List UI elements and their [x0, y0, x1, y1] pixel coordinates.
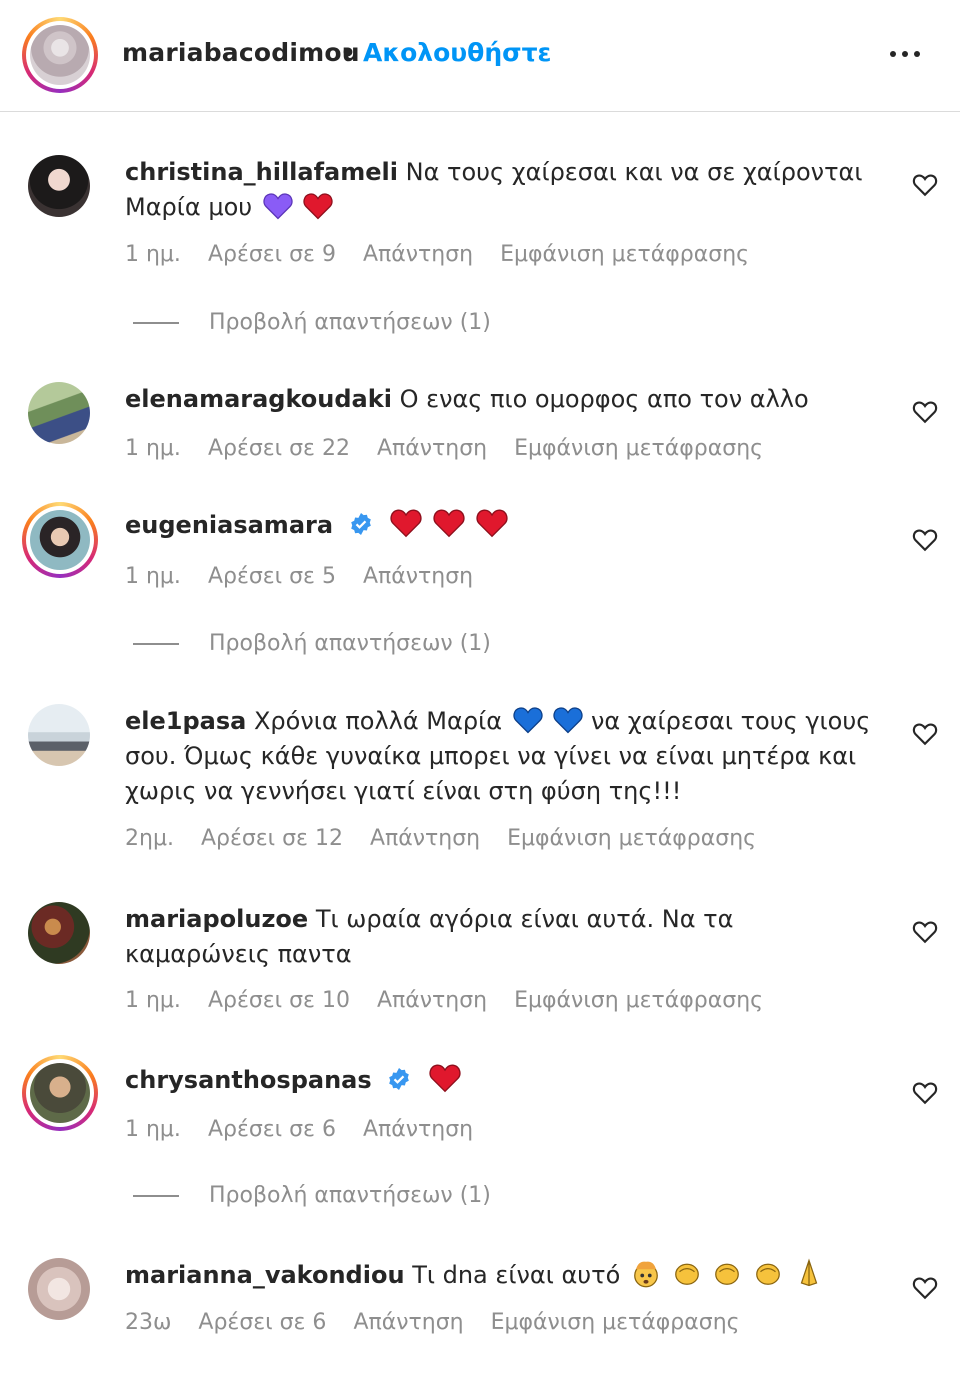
- comment-time: 2ημ.: [125, 826, 174, 851]
- story-ring[interactable]: [22, 1055, 98, 1131]
- comment-time: 23ω: [125, 1310, 172, 1335]
- comment-text: marianna_vakondiou Τι dna είναι αυτό: [125, 1258, 885, 1293]
- like-heart-icon[interactable]: [912, 1276, 938, 1300]
- separator-dot: •: [340, 38, 356, 67]
- view-replies-label[interactable]: Προβολή απαντήσεων (1): [209, 631, 491, 656]
- see-translation-button[interactable]: Εμφάνιση μετάφρασης: [507, 826, 756, 851]
- comment-username[interactable]: marianna_vakondiou: [125, 1261, 405, 1289]
- like-heart-icon[interactable]: [912, 1081, 938, 1105]
- verified-badge-icon: [389, 1068, 410, 1090]
- comment-time: 1 ημ.: [125, 1117, 181, 1142]
- comment-time: 1 ημ.: [125, 436, 181, 461]
- reply-button[interactable]: Απάντηση: [370, 826, 480, 851]
- red-heart-emoji: [433, 509, 465, 538]
- replies-divider: [133, 322, 179, 324]
- likes-count[interactable]: Αρέσει σε 10: [208, 988, 350, 1013]
- exploding-head-emoji: [634, 1261, 658, 1288]
- comment-text: mariapoluzoe Τι ωραία αγόρια είναι αυτά.…: [125, 902, 885, 972]
- avatar[interactable]: [28, 704, 90, 766]
- avatar[interactable]: [28, 155, 90, 217]
- comment-meta: 23ω Αρέσει σε 6 Απάντηση Εμφάνιση μετάφρ…: [125, 1310, 760, 1335]
- red-heart-emoji: [390, 509, 422, 538]
- avatar[interactable]: [28, 1258, 90, 1320]
- likes-count[interactable]: Αρέσει σε 9: [208, 242, 336, 267]
- comment-time: 1 ημ.: [125, 564, 181, 589]
- comment-username[interactable]: chrysanthospanas: [125, 1066, 372, 1094]
- comment-username[interactable]: mariapoluzoe: [125, 905, 308, 933]
- avatar[interactable]: [28, 902, 90, 964]
- comment-username[interactable]: eugeniasamara: [125, 511, 333, 539]
- clapping-hands-emoji: [674, 1263, 699, 1285]
- like-heart-icon[interactable]: [912, 722, 938, 746]
- comment-meta: 1 ημ. Αρέσει σε 5 Απάντηση: [125, 564, 493, 589]
- comment-text: ele1pasa Χρόνια πολλά Μαρία να χαίρεσαι …: [125, 704, 885, 809]
- clapping-hands-emoji: [755, 1263, 780, 1285]
- likes-count[interactable]: Αρέσει σε 12: [201, 826, 343, 851]
- comment-meta: 2ημ. Αρέσει σε 12 Απάντηση Εμφάνιση μετά…: [125, 826, 776, 851]
- post-author-username[interactable]: mariabacodimou: [122, 38, 360, 67]
- blue-heart-emoji: [513, 707, 543, 734]
- avatar[interactable]: [28, 382, 90, 444]
- comment-text: eugeniasamara: [125, 508, 885, 543]
- like-heart-icon[interactable]: [912, 920, 938, 944]
- reply-button[interactable]: Απάντηση: [353, 1310, 463, 1335]
- more-options-icon[interactable]: [890, 44, 930, 64]
- view-replies-button[interactable]: Προβολή απαντήσεων (1): [133, 310, 491, 335]
- likes-count[interactable]: Αρέσει σε 6: [208, 1117, 336, 1142]
- comment-time: 1 ημ.: [125, 242, 181, 267]
- comment-body: Ο ενας πιο ομορφος απο τον αλλο: [399, 385, 809, 413]
- comment-meta: 1 ημ. Αρέσει σε 22 Απάντηση Εμφάνιση μετ…: [125, 436, 783, 461]
- see-translation-button[interactable]: Εμφάνιση μετάφρασης: [500, 242, 749, 267]
- comment-time: 1 ημ.: [125, 988, 181, 1013]
- like-heart-icon[interactable]: [912, 400, 938, 424]
- see-translation-button[interactable]: Εμφάνιση μετάφρασης: [514, 988, 763, 1013]
- avatar[interactable]: [30, 510, 90, 570]
- red-heart-emoji: [476, 509, 508, 538]
- like-heart-icon[interactable]: [912, 173, 938, 197]
- comment-meta: 1 ημ. Αρέσει σε 9 Απάντηση Εμφάνιση μετά…: [125, 242, 769, 267]
- comment-username[interactable]: elenamaragkoudaki: [125, 385, 392, 413]
- follow-button[interactable]: Ακολουθήστε: [363, 38, 551, 67]
- reply-button[interactable]: Απάντηση: [363, 1117, 473, 1142]
- reply-button[interactable]: Απάντηση: [363, 242, 473, 267]
- comment-text: christina_hillafameli Να τους χαίρεσαι κ…: [125, 155, 885, 225]
- comment-body: Χρόνια πολλά Μαρία: [253, 707, 503, 735]
- likes-count[interactable]: Αρέσει σε 6: [198, 1310, 326, 1335]
- like-heart-icon[interactable]: [912, 528, 938, 552]
- comment-body: Τι dna είναι αυτό: [412, 1261, 621, 1289]
- view-replies-label[interactable]: Προβολή απαντήσεων (1): [209, 1183, 491, 1208]
- comment-text: chrysanthospanas: [125, 1063, 885, 1098]
- see-translation-button[interactable]: Εμφάνιση μετάφρασης: [514, 436, 763, 461]
- post-header: mariabacodimou • Ακολουθήστε: [0, 0, 960, 112]
- view-replies-button[interactable]: Προβολή απαντήσεων (1): [133, 631, 491, 656]
- replies-divider: [133, 643, 179, 645]
- view-replies-button[interactable]: Προβολή απαντήσεων (1): [133, 1183, 491, 1208]
- story-ring[interactable]: [22, 502, 98, 578]
- likes-count[interactable]: Αρέσει σε 5: [208, 564, 336, 589]
- blue-heart-emoji: [553, 707, 583, 734]
- replies-divider: [133, 1195, 179, 1197]
- reply-button[interactable]: Απάντηση: [377, 988, 487, 1013]
- comment-username[interactable]: christina_hillafameli: [125, 158, 398, 186]
- red-heart-emoji: [429, 1064, 461, 1093]
- likes-count[interactable]: Αρέσει σε 22: [208, 436, 350, 461]
- reply-button[interactable]: Απάντηση: [363, 564, 473, 589]
- comment-meta: 1 ημ. Αρέσει σε 10 Απάντηση Εμφάνιση μετ…: [125, 988, 783, 1013]
- comment-text: elenamaragkoudaki Ο ενας πιο ομορφος απο…: [125, 382, 885, 417]
- see-translation-button[interactable]: Εμφάνιση μετάφρασης: [491, 1310, 740, 1335]
- clapping-hands-emoji: [715, 1263, 740, 1285]
- avatar[interactable]: [30, 25, 90, 85]
- red-heart-emoji: [303, 193, 334, 220]
- view-replies-label[interactable]: Προβολή απαντήσεων (1): [209, 310, 491, 335]
- purple-heart-emoji: [263, 193, 293, 220]
- folded-hands-emoji: [800, 1258, 817, 1287]
- verified-badge-icon: [350, 513, 371, 535]
- reply-button[interactable]: Απάντηση: [377, 436, 487, 461]
- avatar[interactable]: [30, 1063, 90, 1123]
- story-ring[interactable]: [22, 17, 98, 93]
- comment-username[interactable]: ele1pasa: [125, 707, 246, 735]
- comment-meta: 1 ημ. Αρέσει σε 6 Απάντηση: [125, 1117, 493, 1142]
